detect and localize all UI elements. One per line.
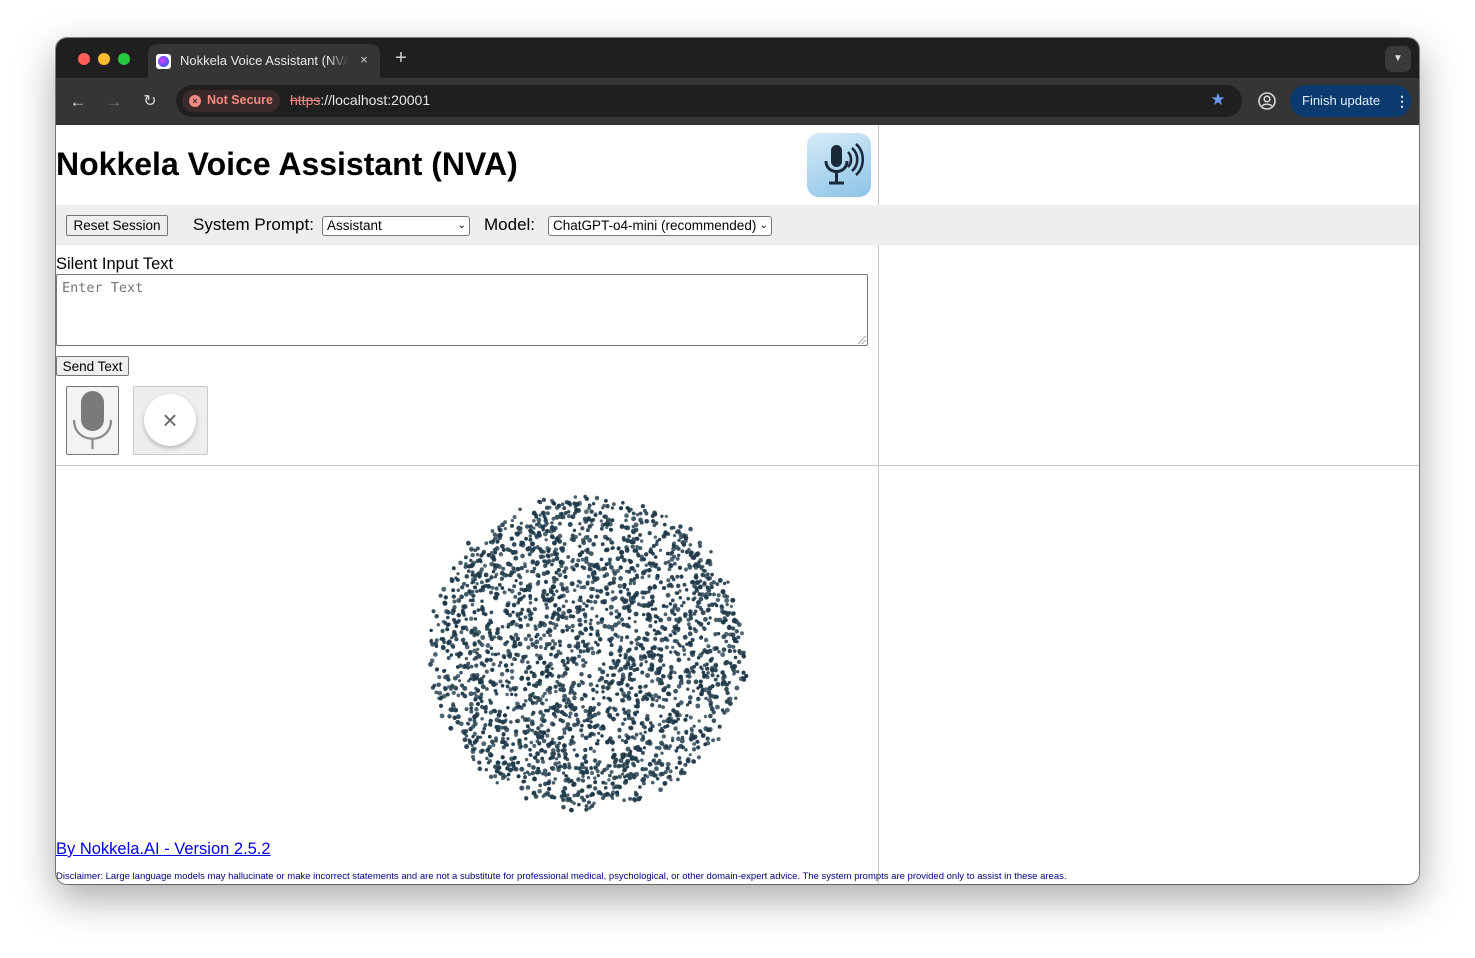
disclaimer-text: Disclaimer: Large language models may ha… bbox=[56, 871, 1067, 882]
address-bar[interactable]: × Not Secure https://localhost:20001 ★ bbox=[176, 85, 1242, 117]
system-prompt-value: Assistant bbox=[327, 218, 382, 233]
close-window-button[interactable] bbox=[78, 53, 90, 65]
maximize-window-button[interactable] bbox=[118, 53, 130, 65]
model-select[interactable]: ChatGPT-o4-mini (recommended) ⌄ bbox=[548, 216, 772, 236]
system-prompt-label: System Prompt: bbox=[193, 215, 314, 234]
page-title: Nokkela Voice Assistant (NVA) bbox=[56, 146, 518, 182]
send-text-button[interactable]: Send Text bbox=[56, 356, 129, 376]
minimize-window-button[interactable] bbox=[98, 53, 110, 65]
chevron-down-icon: ⌄ bbox=[759, 220, 768, 231]
reload-icon[interactable]: ↻ bbox=[139, 91, 161, 113]
tab-close-icon[interactable]: × bbox=[356, 51, 372, 69]
back-arrow-icon[interactable]: ← bbox=[67, 91, 89, 113]
tab-title: Nokkela Voice Assistant (NVA) bbox=[180, 53, 348, 68]
tab-search-chevron-icon[interactable]: ▼ bbox=[1385, 46, 1411, 72]
control-bar: Reset Session System Prompt: Assistant ⌄… bbox=[56, 205, 1419, 245]
version-link[interactable]: By Nokkela.AI - Version 2.5.2 bbox=[56, 840, 271, 859]
url-scheme: https bbox=[290, 92, 321, 108]
microphone-button[interactable] bbox=[66, 386, 119, 455]
url-text[interactable]: https://localhost:20001 bbox=[290, 92, 430, 108]
close-icon: × bbox=[162, 405, 178, 435]
resize-handle[interactable] bbox=[858, 336, 866, 344]
silent-input-textarea[interactable]: Enter Text bbox=[56, 274, 868, 346]
favicon-icon bbox=[156, 54, 171, 69]
cancel-circle: × bbox=[144, 394, 196, 446]
section-divider bbox=[56, 465, 1419, 466]
system-prompt-select[interactable]: Assistant ⌄ bbox=[322, 216, 470, 236]
warning-icon: × bbox=[189, 95, 201, 107]
microphone-icon bbox=[72, 391, 113, 449]
bookmark-star-icon[interactable]: ★ bbox=[1208, 90, 1228, 110]
browser-toolbar: ← → ↻ × Not Secure https://localhost:200… bbox=[56, 78, 1419, 125]
security-label: Not Secure bbox=[207, 93, 273, 107]
url-host: ://localhost:20001 bbox=[320, 92, 431, 108]
particle-sphere-visualization bbox=[428, 494, 749, 813]
profile-icon[interactable] bbox=[1256, 90, 1278, 112]
tab-strip: Nokkela Voice Assistant (NVA) × + ▼ bbox=[56, 38, 1419, 78]
menu-kebab-icon[interactable]: ⋮ bbox=[1395, 91, 1409, 111]
security-chip[interactable]: × Not Secure bbox=[182, 90, 280, 112]
tab-nokkela[interactable]: Nokkela Voice Assistant (NVA) × bbox=[148, 44, 380, 78]
new-tab-icon[interactable]: + bbox=[391, 47, 411, 69]
model-value: ChatGPT-o4-mini (recommended) bbox=[553, 218, 757, 233]
chevron-down-icon: ⌄ bbox=[457, 220, 466, 231]
silent-input-placeholder: Enter Text bbox=[62, 280, 144, 296]
microphone-soundwave-icon bbox=[807, 133, 871, 197]
page-content: Nokkela Voice Assistant (NVA) Reset Sess… bbox=[56, 125, 1419, 884]
browser-window: Nokkela Voice Assistant (NVA) × + ▼ ← → … bbox=[56, 38, 1419, 884]
finish-update-label: Finish update bbox=[1302, 93, 1381, 108]
silent-input-label: Silent Input Text bbox=[56, 255, 174, 273]
cancel-button[interactable]: × bbox=[133, 386, 208, 455]
finish-update-button[interactable]: Finish update ⋮ bbox=[1290, 85, 1411, 117]
forward-arrow-icon[interactable]: → bbox=[103, 91, 125, 113]
reset-session-button[interactable]: Reset Session bbox=[66, 215, 168, 236]
model-label: Model: bbox=[484, 215, 536, 234]
